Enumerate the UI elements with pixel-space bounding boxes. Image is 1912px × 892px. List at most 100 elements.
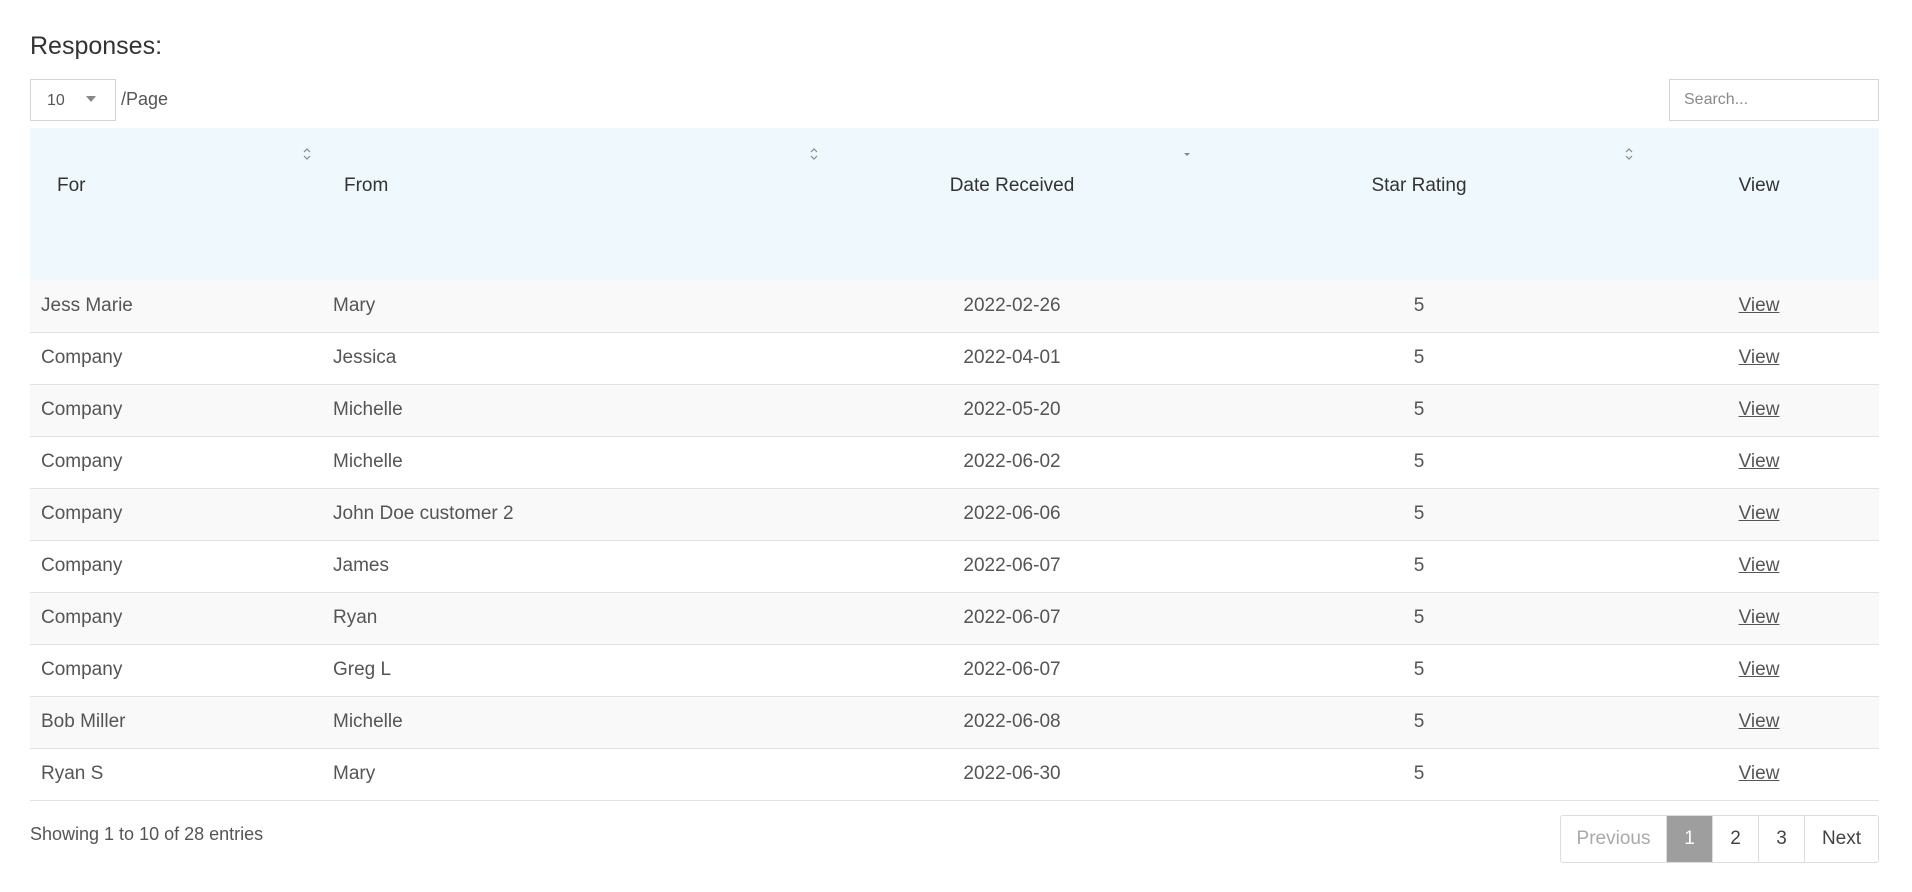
- table-row: Company Ryan 2022-06-07 5 View: [30, 592, 1879, 644]
- cell-star-rating: 5: [1413, 399, 1425, 420]
- cell-view: View: [1639, 748, 1879, 800]
- table-row: Company Greg L 2022-06-07 5 View: [30, 644, 1879, 696]
- previous-page-button[interactable]: Previous: [1561, 816, 1666, 862]
- cell-date-received: 2022-04-01: [963, 347, 1061, 368]
- column-header-for[interactable]: For: [30, 128, 317, 280]
- page-button-2[interactable]: 2: [1712, 816, 1758, 862]
- sort-both-icon[interactable]: [809, 146, 819, 162]
- cell-view: View: [1639, 644, 1879, 696]
- cell-star-rating: 5: [1413, 347, 1425, 368]
- cell-star-rating: 5: [1413, 607, 1425, 628]
- cell-date-received: 2022-06-07: [963, 659, 1061, 680]
- cell-for: Company: [41, 503, 123, 524]
- cell-view: View: [1639, 592, 1879, 644]
- cell-from: Mary: [333, 763, 376, 784]
- cell-view: View: [1639, 696, 1879, 748]
- cell-from: Ryan: [333, 607, 378, 628]
- page-size-value: 10: [47, 92, 65, 109]
- view-link[interactable]: View: [1739, 451, 1780, 472]
- cell-from: Jessica: [333, 347, 397, 368]
- cell-for: Bob Miller: [41, 711, 126, 732]
- cell-star-rating: 5: [1413, 294, 1425, 316]
- page-size-select[interactable]: 10: [30, 79, 116, 121]
- table-row: Company Michelle 2022-06-02 5 View: [30, 436, 1879, 488]
- table-header-row: For From Date Received Star Rating View: [30, 128, 1879, 280]
- view-link[interactable]: View: [1739, 295, 1780, 316]
- view-link[interactable]: View: [1739, 763, 1780, 784]
- column-label-star-rating: Star Rating: [1371, 175, 1467, 196]
- cell-star-rating: 5: [1413, 451, 1425, 472]
- page-size-suffix: /Page: [121, 89, 169, 109]
- table-row: Ryan S Mary 2022-06-30 5 View: [30, 748, 1879, 800]
- cell-date-received: 2022-06-08: [963, 711, 1061, 732]
- page-title: Responses:: [30, 32, 163, 60]
- column-header-date-received[interactable]: Date Received: [825, 128, 1199, 280]
- cell-date-received: 2022-05-20: [963, 399, 1061, 420]
- cell-star-rating: 5: [1413, 763, 1425, 784]
- column-label-for: For: [57, 175, 86, 196]
- next-page-button[interactable]: Next: [1804, 816, 1878, 862]
- page-button-1[interactable]: 1: [1666, 816, 1712, 862]
- cell-for: Company: [41, 555, 123, 576]
- cell-date-received: 2022-06-30: [963, 763, 1061, 784]
- cell-view: View: [1639, 436, 1879, 488]
- column-label-from: From: [344, 175, 389, 196]
- sort-both-icon[interactable]: [302, 146, 312, 162]
- page-button-3[interactable]: 3: [1758, 816, 1804, 862]
- column-header-star-rating[interactable]: Star Rating: [1199, 128, 1639, 280]
- cell-star-rating: 5: [1413, 503, 1425, 524]
- table-row: Company Michelle 2022-05-20 5 View: [30, 384, 1879, 436]
- cell-for: Company: [41, 659, 123, 680]
- pagination: Previous 1 2 3 Next: [1560, 815, 1879, 863]
- entries-info: Showing 1 to 10 of 28 entries: [30, 824, 264, 844]
- cell-date-received: 2022-02-26: [963, 294, 1061, 316]
- cell-date-received: 2022-06-02: [963, 451, 1061, 472]
- view-link[interactable]: View: [1739, 711, 1780, 732]
- cell-from: John Doe customer 2: [333, 503, 514, 524]
- view-link[interactable]: View: [1739, 555, 1780, 576]
- cell-for: Company: [41, 399, 123, 420]
- search-input[interactable]: [1669, 79, 1879, 121]
- cell-from: Michelle: [333, 711, 403, 732]
- table-row: Bob Miller Michelle 2022-06-08 5 View: [30, 696, 1879, 748]
- cell-from: Michelle: [333, 451, 403, 472]
- cell-from: Michelle: [333, 399, 403, 420]
- column-header-view: View: [1639, 128, 1879, 280]
- cell-from: James: [333, 555, 389, 576]
- cell-for: Company: [41, 347, 123, 368]
- view-link[interactable]: View: [1739, 347, 1780, 368]
- table-row: Company Jessica 2022-04-01 5 View: [30, 332, 1879, 384]
- view-link[interactable]: View: [1739, 399, 1780, 420]
- view-link[interactable]: View: [1739, 659, 1780, 680]
- cell-date-received: 2022-06-07: [963, 607, 1061, 628]
- cell-from: Mary: [333, 294, 376, 316]
- table-row: Jess Marie Mary 2022-02-26 5 View: [30, 280, 1879, 332]
- cell-view: View: [1639, 384, 1879, 436]
- cell-star-rating: 5: [1413, 711, 1425, 732]
- cell-for: Jess Marie: [41, 294, 133, 316]
- cell-for: Company: [41, 607, 123, 628]
- table-controls: 10 /Page: [30, 79, 1879, 121]
- chevron-down-icon: [86, 96, 96, 102]
- responses-table: For From Date Received Star Rating View …: [30, 128, 1879, 801]
- cell-view: View: [1639, 540, 1879, 592]
- cell-view: View: [1639, 280, 1879, 332]
- column-label-date-received: Date Received: [949, 175, 1075, 196]
- table-row: Company John Doe customer 2 2022-06-06 5…: [30, 488, 1879, 540]
- view-link[interactable]: View: [1739, 607, 1780, 628]
- sort-both-icon[interactable]: [1624, 146, 1634, 162]
- cell-for: Company: [41, 451, 123, 472]
- cell-star-rating: 5: [1413, 555, 1425, 576]
- view-link[interactable]: View: [1739, 503, 1780, 524]
- cell-view: View: [1639, 488, 1879, 540]
- column-label-view: View: [1738, 175, 1780, 196]
- cell-from: Greg L: [333, 659, 392, 680]
- sort-descending-icon[interactable]: [1182, 146, 1192, 162]
- cell-date-received: 2022-06-07: [963, 555, 1061, 576]
- cell-view: View: [1639, 332, 1879, 384]
- cell-date-received: 2022-06-06: [963, 503, 1061, 524]
- cell-star-rating: 5: [1413, 659, 1425, 680]
- table-row: Company James 2022-06-07 5 View: [30, 540, 1879, 592]
- column-header-from[interactable]: From: [317, 128, 825, 280]
- cell-for: Ryan S: [41, 763, 104, 784]
